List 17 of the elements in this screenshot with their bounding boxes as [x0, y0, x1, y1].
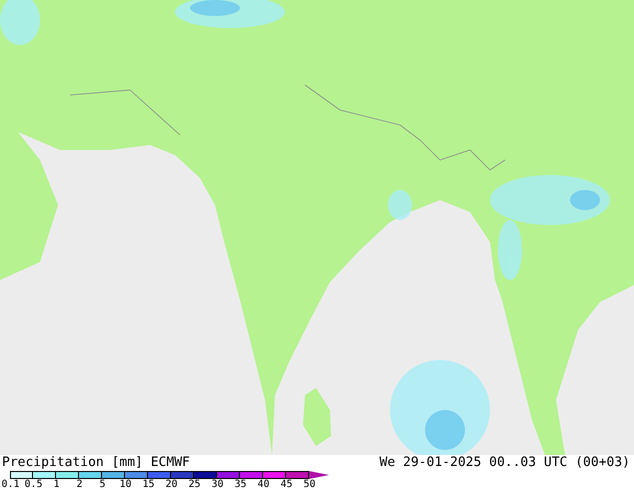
legend-label: 1 [52, 479, 61, 490]
legend-label: 25 [187, 479, 202, 490]
legend-label: 45 [279, 479, 294, 490]
legend-label: 50 [302, 479, 317, 490]
legend-label: 0.1 [0, 479, 21, 490]
legend-label: 0.5 [23, 479, 44, 490]
valid-time: We 29-01-2025 00..03 UTC (00+03) [380, 456, 630, 470]
legend-label: 2 [75, 479, 84, 490]
legend-label: 35 [233, 479, 248, 490]
legend-title: Precipitation [mm] ECMWF [2, 456, 190, 470]
legend-label: 30 [210, 479, 225, 490]
legend-label: 10 [118, 479, 133, 490]
legend-label: 20 [164, 479, 179, 490]
legend-label: 5 [98, 479, 107, 490]
legend-label: 40 [256, 479, 271, 490]
legend-label: 15 [141, 479, 156, 490]
legend-arrow-icon [309, 470, 329, 478]
